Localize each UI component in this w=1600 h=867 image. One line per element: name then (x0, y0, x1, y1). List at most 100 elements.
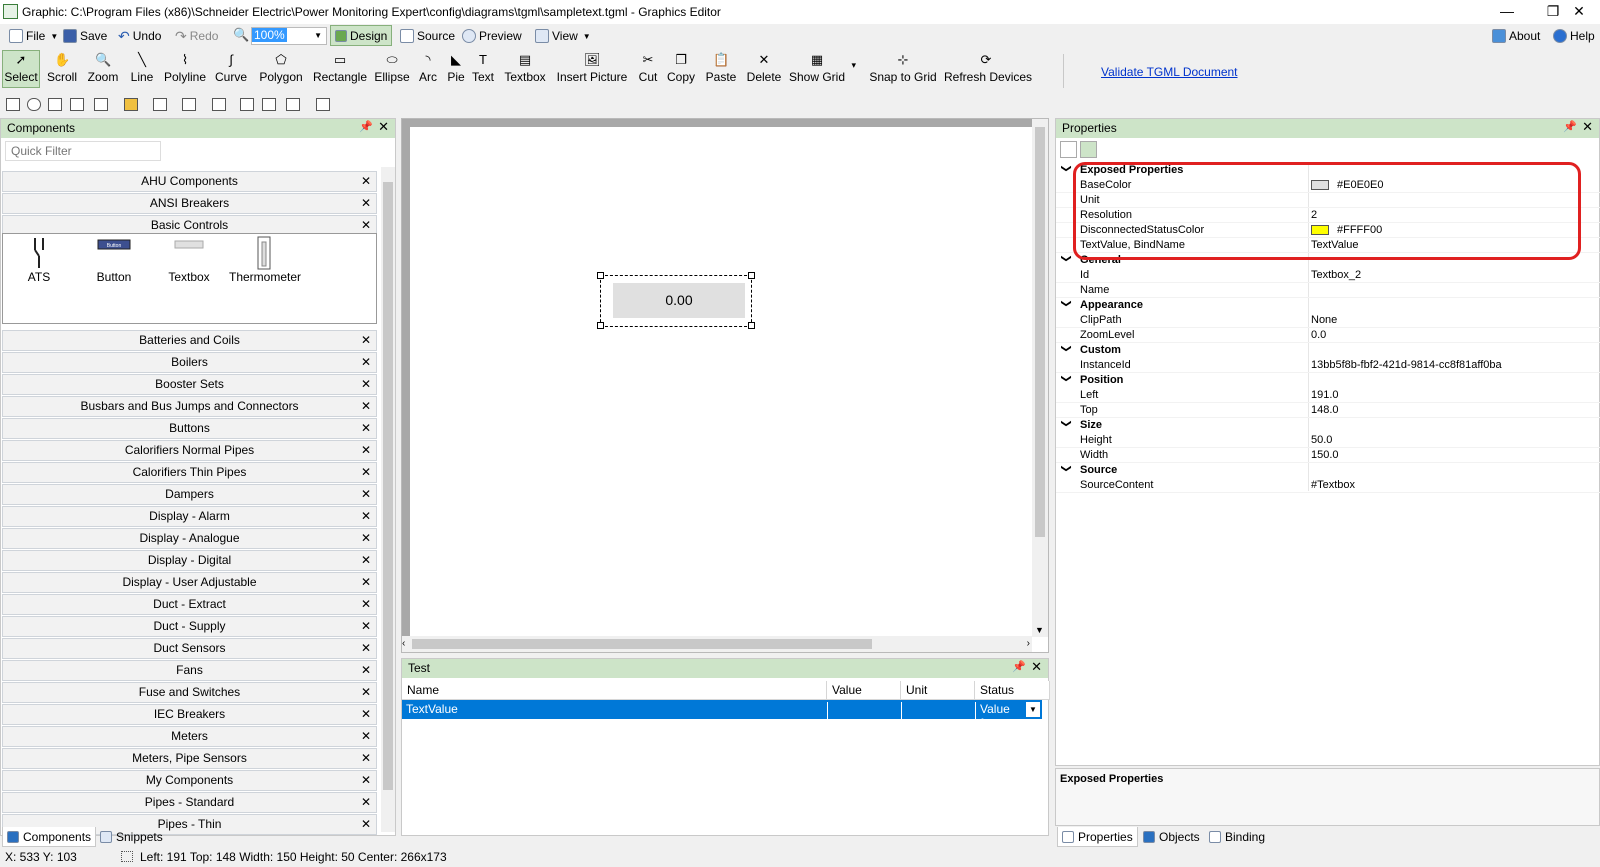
resize-icon[interactable] (48, 98, 62, 111)
tool-insert-picture[interactable]: 🖼 Insert Picture (554, 52, 630, 88)
chevron-down-icon[interactable]: ❯ (1061, 164, 1072, 172)
group-icon[interactable] (70, 98, 84, 111)
component-ats[interactable]: ATS (4, 236, 74, 284)
tool-scroll[interactable]: ✋ Scroll (45, 52, 79, 88)
minimize-button[interactable]: — (1484, 0, 1530, 24)
quick-filter-input[interactable] (5, 141, 161, 161)
tool-cut[interactable]: ✂ Cut (636, 52, 660, 88)
tool-curve[interactable]: ∫ Curve (214, 52, 248, 88)
tool-pie[interactable]: ◣ Pie (445, 52, 467, 88)
tool-polygon[interactable]: ⬠ Polygon (257, 52, 305, 88)
property-row[interactable]: ClipPath None (1056, 313, 1600, 328)
column-header-status[interactable]: Status (975, 681, 1050, 700)
tool-paste[interactable]: 📋 Paste (704, 52, 738, 88)
canvas-textbox[interactable]: 0.00 (613, 283, 745, 318)
property-section[interactable]: ❯ Size (1056, 418, 1600, 433)
redo-button[interactable]: ↷ Redo (175, 27, 218, 45)
component-thermometer[interactable]: Thermometer (229, 236, 301, 284)
resize-handle-br[interactable] (748, 322, 755, 329)
status-dropdown-icon[interactable]: ▼ (1026, 702, 1040, 717)
remove-category-icon[interactable]: ✕ (361, 683, 371, 702)
remove-category-icon[interactable]: ✕ (361, 705, 371, 724)
tab-snippets[interactable]: Snippets (100, 827, 163, 847)
category-item[interactable]: ANSI Breakers ✕ (2, 193, 377, 214)
canvas-horizontal-scrollbar[interactable]: ‹ › (402, 636, 1032, 652)
design-tab[interactable]: Design (330, 25, 392, 46)
category-item[interactable]: AHU Components ✕ (2, 171, 377, 192)
component-textbox[interactable]: Textbox (154, 236, 224, 284)
about-button[interactable]: About (1492, 27, 1540, 45)
layer-up-icon[interactable] (262, 98, 276, 111)
tool-copy[interactable]: ❐ Copy (664, 52, 698, 88)
tool-show-grid[interactable]: ▦ Show Grid ▾ (788, 52, 856, 88)
scroll-right-icon[interactable]: › (1027, 638, 1030, 649)
tool-snap-to-grid[interactable]: ⊹ Snap to Grid (866, 52, 940, 88)
category-item[interactable]: IEC Breakers ✕ (2, 704, 377, 725)
remove-category-icon[interactable]: ✕ (361, 353, 371, 372)
tool-zoom[interactable]: 🔍 Zoom (84, 52, 122, 88)
remove-category-icon[interactable]: ✕ (361, 194, 371, 213)
table-row[interactable]: TextValue Value f... ▼ (402, 700, 1042, 730)
transform-icon[interactable] (286, 98, 300, 111)
property-value[interactable]: 150.0 (1311, 449, 1339, 461)
category-item[interactable]: Meters, Pipe Sensors ✕ (2, 748, 377, 769)
property-row[interactable]: Top 148.0 (1056, 403, 1600, 418)
category-item[interactable]: Dampers ✕ (2, 484, 377, 505)
tool-textbox[interactable]: ▤ Textbox (502, 52, 548, 88)
remove-category-icon[interactable]: ✕ (361, 595, 371, 614)
preview-tab[interactable]: Preview (462, 27, 522, 45)
category-item[interactable]: Duct Sensors ✕ (2, 638, 377, 659)
resize-handle-bl[interactable] (597, 322, 604, 329)
remove-category-icon[interactable]: ✕ (361, 331, 371, 350)
rotate-menu-icon[interactable] (316, 98, 330, 111)
pin-icon[interactable]: 📌 (1012, 660, 1026, 673)
property-row[interactable]: Id Textbox_2 (1056, 268, 1600, 283)
property-row[interactable]: Name (1056, 283, 1600, 298)
components-scrollbar[interactable] (381, 167, 395, 832)
remove-category-icon[interactable]: ✕ (361, 749, 371, 768)
cell-value[interactable] (827, 702, 901, 719)
remove-category-icon[interactable]: ✕ (361, 771, 371, 790)
property-value[interactable]: 13bb5f8b-fbf2-421d-9814-cc8f81aff0ba (1311, 359, 1502, 371)
tool-delete[interactable]: ✕ Delete (744, 52, 784, 88)
tool-ellipse[interactable]: ⬭ Ellipse (373, 52, 411, 88)
canvas-vertical-scrollbar[interactable]: ▼ (1032, 119, 1048, 637)
category-item[interactable]: My Components ✕ (2, 770, 377, 791)
category-item[interactable]: Calorifiers Normal Pipes ✕ (2, 440, 377, 461)
tab-properties[interactable]: Properties (1057, 827, 1138, 847)
category-item[interactable]: Meters ✕ (2, 726, 377, 747)
category-item[interactable]: Display - Digital ✕ (2, 550, 377, 571)
zoom-combobox[interactable]: 100% ▼ (251, 27, 327, 45)
resize-handle-tl[interactable] (597, 272, 604, 279)
remove-category-icon[interactable]: ✕ (361, 661, 371, 680)
property-row[interactable]: Left 191.0 (1056, 388, 1600, 403)
exposed-view-icon[interactable] (1080, 141, 1097, 158)
tool-text[interactable]: T Text (472, 52, 494, 88)
property-row[interactable]: Height 50.0 (1056, 433, 1600, 448)
save-button[interactable]: Save (63, 27, 107, 45)
category-item[interactable]: Display - Alarm ✕ (2, 506, 377, 527)
tool-line[interactable]: ╲ Line (127, 52, 157, 88)
property-value[interactable]: 50.0 (1311, 434, 1332, 446)
close-window-button[interactable]: ✕ (1556, 0, 1600, 24)
property-value[interactable]: 191.0 (1311, 389, 1339, 401)
property-section[interactable]: ❯ Position (1056, 373, 1600, 388)
remove-category-icon[interactable]: ✕ (361, 397, 371, 416)
categorized-view-icon[interactable] (1060, 141, 1077, 158)
property-value[interactable]: Textbox_2 (1311, 269, 1361, 281)
remove-category-icon[interactable]: ✕ (361, 507, 371, 526)
tab-objects[interactable]: Objects (1143, 827, 1200, 847)
category-item[interactable]: Display - User Adjustable ✕ (2, 572, 377, 593)
property-row[interactable]: Width 150.0 (1056, 448, 1600, 463)
close-icon[interactable]: ✕ (1582, 119, 1593, 135)
pin-icon[interactable]: 📌 (359, 120, 373, 133)
category-item[interactable]: Batteries and Coils ✕ (2, 330, 377, 351)
remove-category-icon[interactable]: ✕ (361, 172, 371, 191)
remove-category-icon[interactable]: ✕ (361, 529, 371, 548)
help-button[interactable]: Help (1553, 27, 1595, 45)
close-icon[interactable]: ✕ (378, 119, 389, 135)
property-row[interactable]: SourceContent #Textbox (1056, 478, 1600, 493)
remove-category-icon[interactable]: ✕ (361, 793, 371, 812)
category-item[interactable]: Display - Analogue ✕ (2, 528, 377, 549)
file-menu[interactable]: File ▼ (9, 27, 58, 45)
